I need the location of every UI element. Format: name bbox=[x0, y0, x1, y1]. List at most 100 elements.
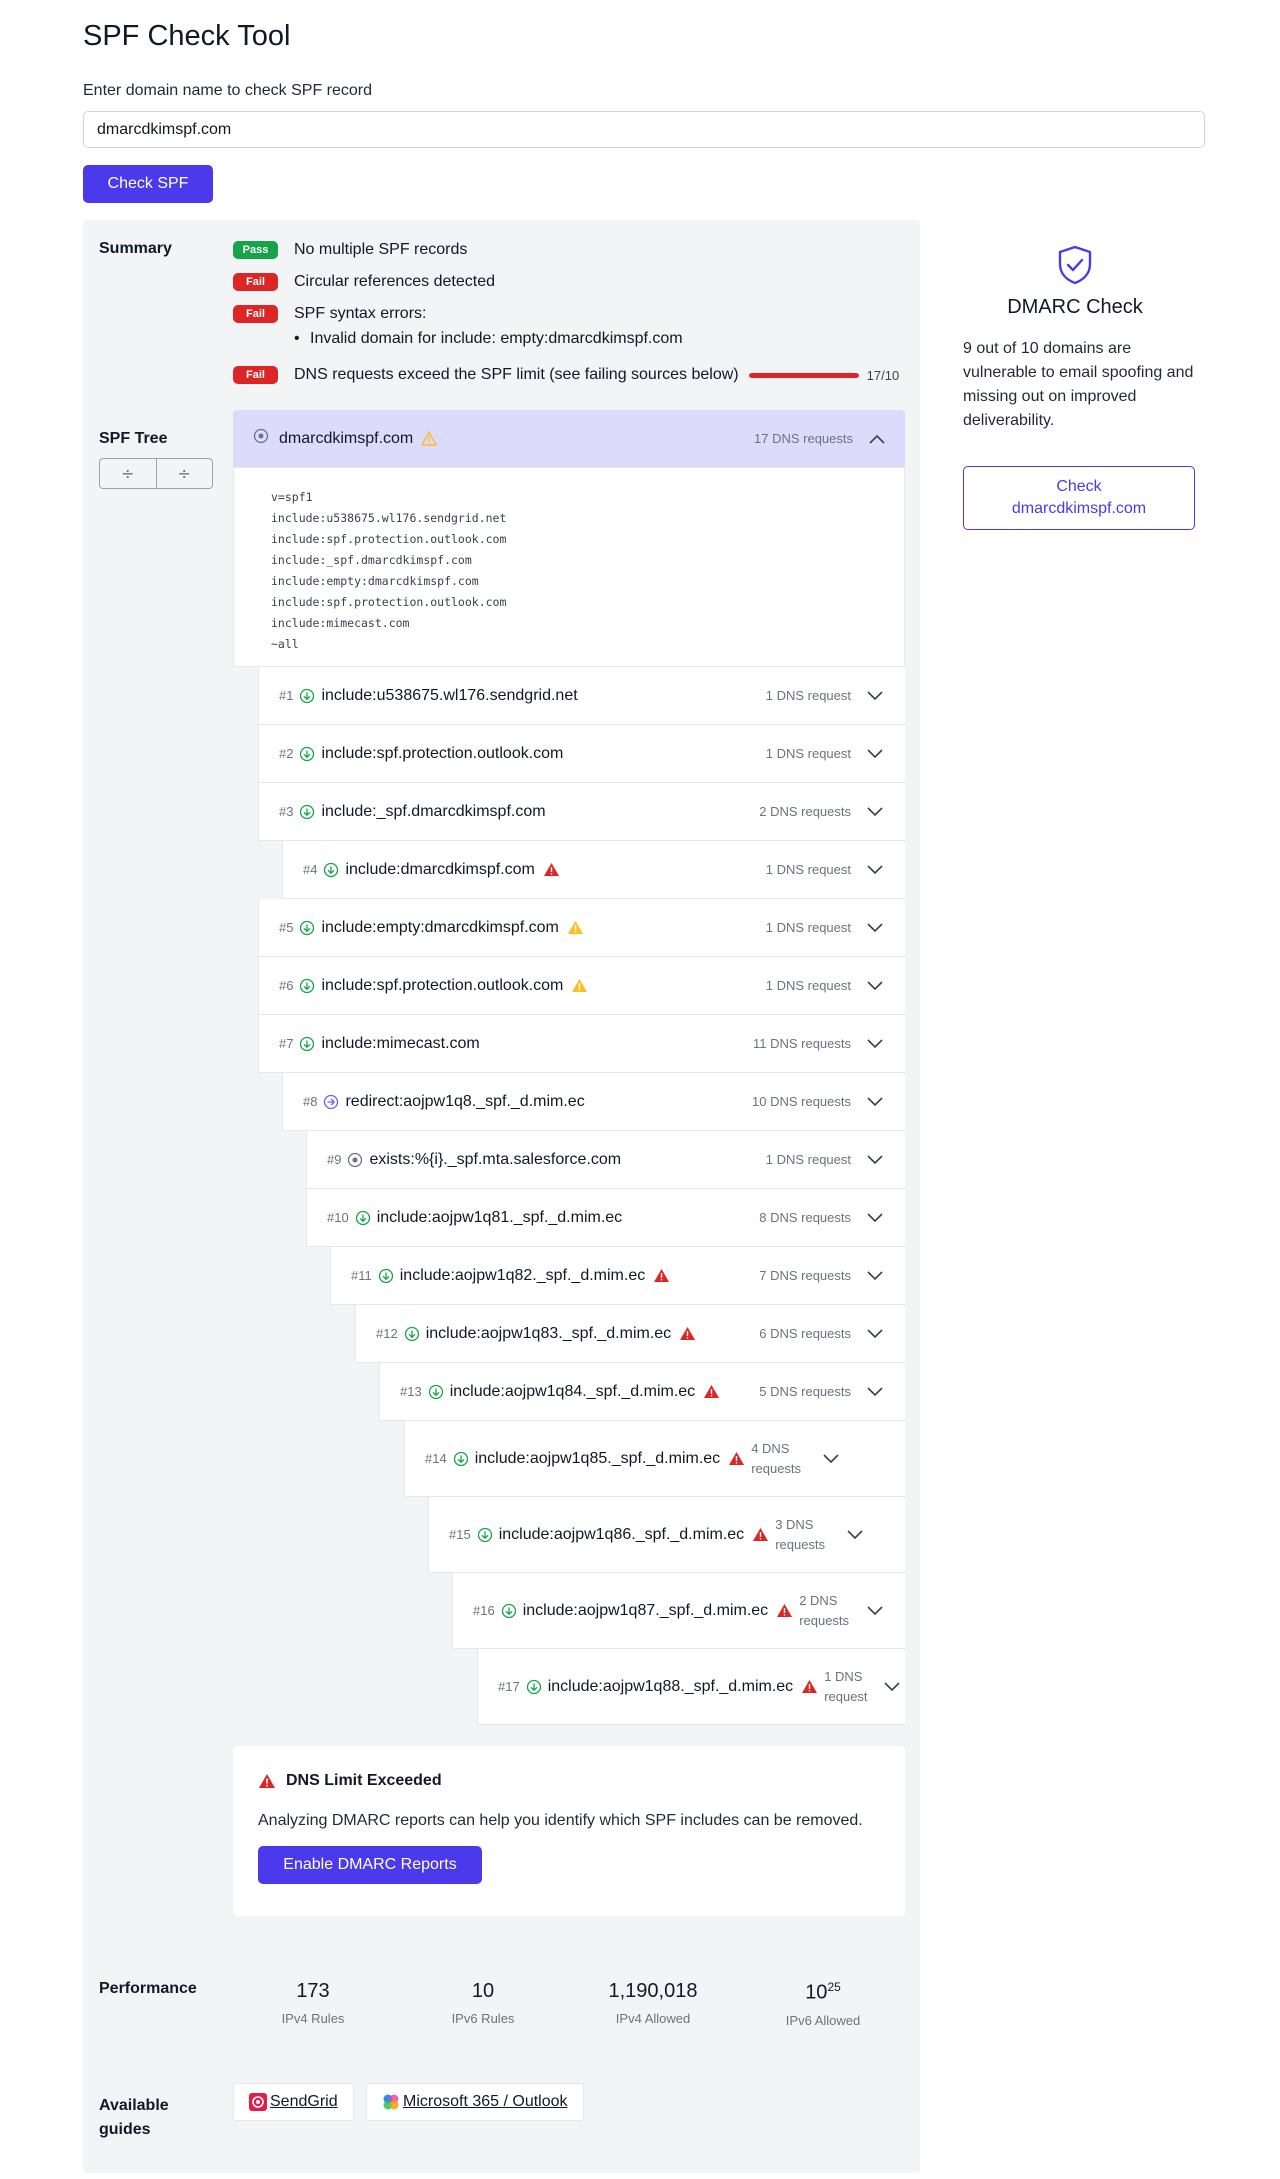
node-mechanism: include:spf.protection.outlook.com bbox=[321, 744, 564, 762]
chevron-down-icon[interactable] bbox=[883, 1681, 900, 1692]
dns-request-count: 1 DNS request bbox=[824, 1668, 868, 1704]
chevron-down-icon[interactable] bbox=[823, 1453, 839, 1464]
node-mechanism: exists:%{i}._spf.mta.salesforce.com bbox=[369, 1150, 622, 1168]
chevron-down-icon[interactable] bbox=[867, 864, 883, 875]
include-arrow-icon bbox=[526, 1679, 542, 1695]
perf-value: 1,190,018 bbox=[608, 1980, 698, 2002]
chevron-down-icon[interactable] bbox=[867, 1154, 883, 1165]
chevron-down-icon[interactable] bbox=[867, 1270, 883, 1281]
guides-label-line: guides bbox=[99, 2121, 151, 2138]
chevron-down-icon[interactable] bbox=[867, 1038, 883, 1049]
tree-node[interactable]: #2 include:spf.protection.outlook.com 1 DN… bbox=[258, 725, 905, 783]
domain-input[interactable] bbox=[83, 111, 1205, 148]
enable-dmarc-reports-button[interactable]: Enable DMARC Reports bbox=[258, 1846, 482, 1884]
node-mechanism: include:aojpw1q84._spf._d.mim.ec bbox=[449, 1382, 696, 1400]
node-index: #7 bbox=[279, 1036, 294, 1051]
microsoft-copilot-logo-icon bbox=[382, 2093, 400, 2111]
domain-input-label: Enter domain name to check SPF record bbox=[83, 82, 373, 99]
error-triangle-icon bbox=[703, 1384, 720, 1399]
perf-value: 173 bbox=[296, 1980, 330, 2002]
tree-node[interactable]: #11 include:aojpw1q82._spf._d.mim.ec 7 DNS… bbox=[330, 1247, 905, 1305]
error-triangle-icon bbox=[653, 1268, 670, 1283]
check-dmarc-button[interactable]: Check dmarcdkimspf.com bbox=[963, 466, 1195, 530]
chevron-down-icon[interactable] bbox=[867, 1605, 883, 1616]
summary-item: Fail Circular references detected bbox=[233, 272, 495, 292]
chevron-down-icon[interactable] bbox=[867, 1328, 883, 1339]
sendgrid-logo-icon bbox=[249, 2093, 267, 2111]
chevron-down-icon[interactable] bbox=[847, 1529, 863, 1540]
page-title: SPF Check Tool bbox=[83, 20, 291, 52]
node-mechanism: include:aojpw1q82._spf._d.mim.ec bbox=[399, 1266, 646, 1284]
guide-label: SendGrid bbox=[270, 2093, 338, 2110]
tree-node[interactable]: #6 include:spf.protection.outlook.com 1 DN… bbox=[258, 957, 905, 1015]
dmarc-card: DMARC Check bbox=[960, 245, 1190, 319]
tree-node[interactable]: #17 include:aojpw1q88._spf._d.mim.ec 1 DNS… bbox=[477, 1649, 905, 1725]
chevron-down-icon[interactable] bbox=[867, 1096, 883, 1107]
collapse-all-button[interactable]: ÷ bbox=[100, 459, 156, 488]
include-arrow-icon bbox=[477, 1527, 493, 1543]
chevron-down-icon[interactable] bbox=[867, 980, 883, 991]
node-index: #17 bbox=[498, 1679, 520, 1694]
tree-node[interactable]: #13 include:aojpw1q84._spf._d.mim.ec 5 DNS… bbox=[379, 1363, 905, 1421]
chevron-down-icon[interactable] bbox=[867, 748, 883, 759]
chevron-down-icon[interactable] bbox=[867, 1212, 883, 1223]
node-index: #16 bbox=[473, 1603, 495, 1618]
node-index: #10 bbox=[327, 1210, 349, 1225]
spf-record-line: include:spf.protection.outlook.com bbox=[271, 595, 507, 609]
chevron-up-icon[interactable] bbox=[869, 434, 885, 444]
summary-item: Fail DNS requests exceed the SPF limit (… bbox=[233, 365, 899, 385]
tree-node[interactable]: #10 include:aojpw1q81._spf._d.mim.ec 8 DNS… bbox=[306, 1189, 905, 1247]
chevron-down-icon[interactable] bbox=[867, 922, 883, 933]
redirect-arrow-icon bbox=[323, 1094, 339, 1110]
dns-request-count: 1 DNS request bbox=[765, 746, 851, 761]
chevron-down-icon[interactable] bbox=[867, 690, 883, 701]
guide-link-microsoft-365[interactable]: Microsoft 365 / Outlook bbox=[366, 2083, 584, 2121]
dns-request-count: 8 DNS requests bbox=[759, 1210, 851, 1225]
perf-stat: 173 IPv4 Rules bbox=[253, 1980, 373, 2026]
guide-link-sendgrid[interactable]: SendGrid bbox=[233, 2083, 354, 2121]
dns-limit-count: 17/10 bbox=[866, 367, 900, 383]
perf-label: IPv6 Allowed bbox=[785, 2012, 861, 2028]
summary-item-text: Circular references detected bbox=[294, 273, 495, 290]
chevron-down-icon[interactable] bbox=[867, 1386, 883, 1397]
shield-check-icon bbox=[1057, 245, 1093, 290]
tree-node[interactable]: #16 include:aojpw1q87._spf._d.mim.ec 2 DNS… bbox=[452, 1573, 905, 1649]
dns-request-count: 11 DNS requests bbox=[752, 1036, 851, 1051]
error-triangle-icon bbox=[543, 862, 560, 877]
tree-node[interactable]: #8 redirect:aojpw1q8._spf._d.mim.ec 10 DNS… bbox=[282, 1073, 905, 1131]
dns-limit-alert: DNS Limit Exceeded Analyzing DMARC repor… bbox=[233, 1746, 905, 1916]
include-arrow-icon bbox=[299, 804, 315, 820]
node-index: #5 bbox=[279, 920, 294, 935]
pass-badge: Pass bbox=[233, 241, 278, 259]
node-mechanism: include:aojpw1q86._spf._d.mim.ec bbox=[498, 1525, 745, 1543]
fail-badge: Fail bbox=[233, 366, 278, 384]
node-mechanism: include:dmarcdkimspf.com bbox=[345, 860, 535, 878]
tree-root-node[interactable]: dmarcdkimspf.com 17 DNS requests bbox=[233, 410, 905, 467]
dns-request-count: 4 DNS requests bbox=[751, 1440, 802, 1476]
node-mechanism: include:aojpw1q87._spf._d.mim.ec bbox=[522, 1601, 769, 1619]
tree-node[interactable]: #1 include:u538675.wl176.sendgrid.net 1 DN… bbox=[258, 667, 905, 725]
node-index: #9 bbox=[327, 1152, 342, 1167]
include-arrow-icon bbox=[299, 746, 315, 762]
node-mechanism: include:aojpw1q81._spf._d.mim.ec bbox=[376, 1208, 623, 1226]
tree-node[interactable]: #12 include:aojpw1q83._spf._d.mim.ec 6 DNS… bbox=[355, 1305, 905, 1363]
tree-node[interactable]: #5 include:empty:dmarcdkimspf.com 1 DNS re… bbox=[258, 899, 905, 957]
warning-icon bbox=[571, 978, 588, 993]
perf-value: 10 bbox=[471, 1980, 495, 2002]
node-index: #14 bbox=[425, 1451, 447, 1466]
tree-node[interactable]: #7 include:mimecast.com 11 DNS requests bbox=[258, 1015, 905, 1073]
tree-node[interactable]: #15 include:aojpw1q86._spf._d.mim.ec 3 DNS… bbox=[428, 1497, 905, 1573]
tree-node[interactable]: #4 include:dmarcdkimspf.com 1 DNS request bbox=[282, 841, 905, 899]
dns-request-count: 7 DNS requests bbox=[759, 1268, 851, 1283]
include-arrow-icon bbox=[355, 1210, 371, 1226]
chevron-down-icon[interactable] bbox=[867, 806, 883, 817]
tree-node[interactable]: #9 exists:%{i}._spf.mta.salesforce.com 1 D… bbox=[306, 1131, 905, 1189]
expand-all-button[interactable]: ÷ bbox=[155, 459, 213, 488]
error-triangle-icon bbox=[776, 1603, 793, 1618]
node-mechanism: include:u538675.wl176.sendgrid.net bbox=[321, 686, 578, 704]
check-spf-button[interactable]: Check SPF bbox=[83, 165, 213, 203]
tree-node[interactable]: #3 include:_spf.dmarcdkimspf.com 2 DNS req… bbox=[258, 783, 905, 841]
tree-node[interactable]: #14 include:aojpw1q85._spf._d.mim.ec 4 DNS… bbox=[404, 1421, 905, 1497]
error-triangle-icon bbox=[259, 1774, 275, 1788]
include-arrow-icon bbox=[501, 1603, 517, 1619]
